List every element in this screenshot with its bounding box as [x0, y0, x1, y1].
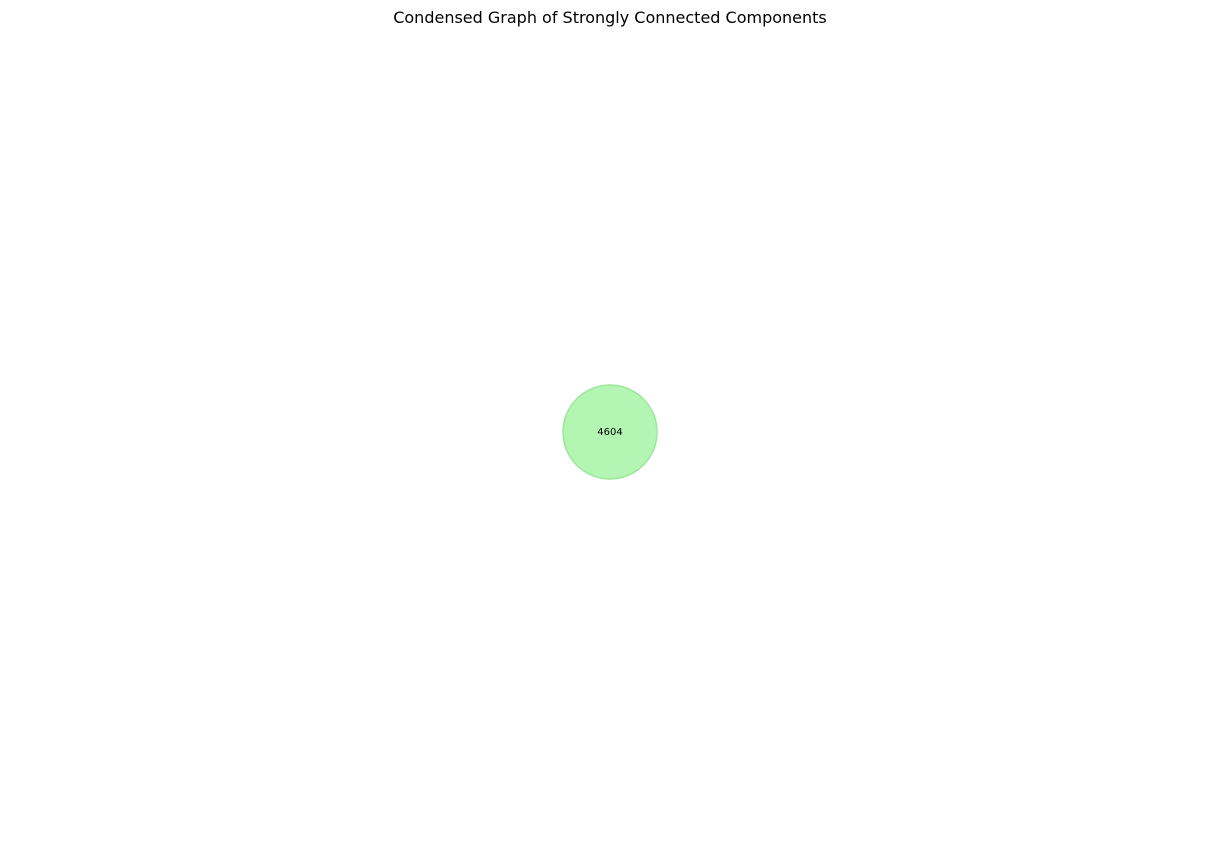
graph-node: 4604: [562, 384, 658, 480]
figure-canvas: Condensed Graph of Strongly Connected Co…: [0, 0, 1220, 842]
graph-canvas: 4604: [562, 384, 658, 480]
node-label: 4604: [597, 427, 622, 438]
